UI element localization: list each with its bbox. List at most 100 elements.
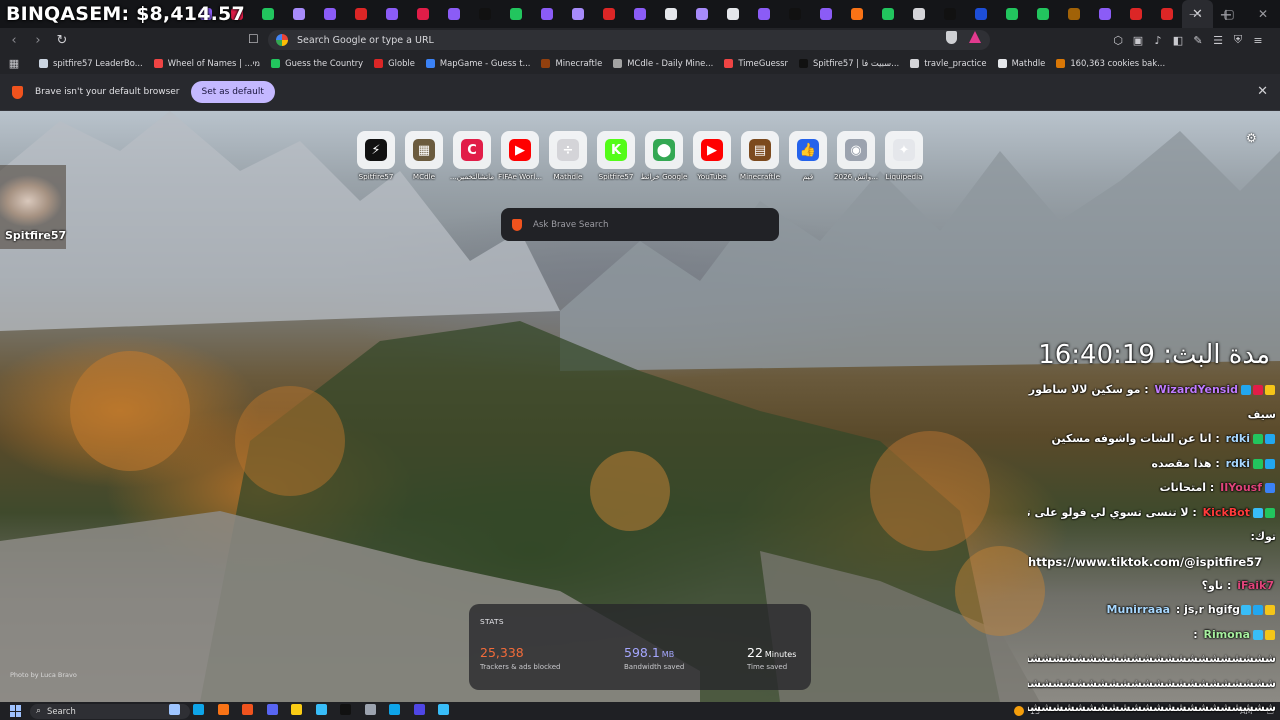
back-button[interactable]: ‹	[4, 33, 24, 48]
browser-tab[interactable]	[593, 0, 624, 28]
brave-shields-icon[interactable]	[946, 31, 957, 44]
taskbar-app-icon[interactable]	[260, 704, 285, 715]
toolbar-action-icon[interactable]: ⛨	[1228, 33, 1248, 47]
toolbar-action-icon[interactable]: ◧	[1168, 34, 1188, 47]
taskbar-app-glyph	[217, 704, 229, 715]
browser-tab[interactable]	[810, 0, 841, 28]
bookmark-item[interactable]: MCdle - Daily Mine...	[613, 58, 713, 68]
top-site-tile[interactable]: ▶ YouTube	[688, 131, 736, 181]
top-site-tile[interactable]: ÷ Mathdle	[544, 131, 592, 181]
browser-tab[interactable]	[469, 0, 500, 28]
bookmark-item[interactable]: MapGame - Guess t...	[425, 58, 531, 68]
browser-tab[interactable]	[407, 0, 438, 28]
bookmark-item[interactable]: Mathdle	[997, 58, 1045, 68]
toolbar-action-icon[interactable]: ▣	[1128, 34, 1148, 47]
top-site-tile[interactable]: ⬤ خرائط Google	[640, 131, 688, 181]
taskbar-app-icon[interactable]	[285, 704, 310, 715]
taskbar-app-icon[interactable]	[236, 704, 261, 715]
close-window-icon[interactable]: ✕	[1246, 0, 1280, 28]
minimize-icon[interactable]: —	[1178, 0, 1212, 28]
toolbar-action-icon[interactable]: ♪	[1148, 34, 1168, 47]
bookmark-label: MapGame - Guess t...	[439, 58, 531, 68]
browser-tab[interactable]	[872, 0, 903, 28]
tab-favicon-icon	[1067, 8, 1080, 20]
toolbar-action-icon[interactable]: ⬡	[1108, 34, 1128, 47]
infobar-close-icon[interactable]: ✕	[1257, 84, 1268, 99]
taskbar-app-icon[interactable]	[187, 704, 212, 715]
forward-button[interactable]: ›	[28, 33, 48, 48]
bookmark-item[interactable]: travle_practice	[910, 58, 987, 68]
address-bar[interactable]: Search Google or type a URL	[268, 30, 990, 50]
toolbar-action-icon[interactable]: ☰	[1208, 34, 1228, 47]
browser-tab[interactable]	[903, 0, 934, 28]
chat-text: هذا مقصده	[1151, 456, 1212, 470]
browser-tab[interactable]	[314, 0, 345, 28]
tray-weather-icon[interactable]	[1013, 706, 1024, 716]
taskbar-app-icon[interactable]	[162, 704, 187, 715]
bookmark-item[interactable]: Spitfire57 | سبيت فا...	[798, 58, 899, 68]
top-site-tile[interactable]: ◉ 2026 واتش...	[832, 131, 880, 181]
browser-tab[interactable]	[252, 0, 283, 28]
browser-tab[interactable]	[748, 0, 779, 28]
top-site-tile[interactable]: ▤ Minecraftle	[736, 131, 784, 181]
toolbar-action-icon[interactable]: ≡	[1248, 34, 1268, 47]
browser-tab[interactable]	[438, 0, 469, 28]
taskbar-app-icon[interactable]	[432, 704, 457, 715]
bookmark-icon[interactable]: ☐	[248, 32, 259, 46]
browser-tab[interactable]	[531, 0, 562, 28]
bookmark-item[interactable]: Guess the Country	[271, 58, 363, 68]
maximize-icon[interactable]: ▢	[1212, 0, 1246, 28]
browser-tab[interactable]	[779, 0, 810, 28]
browser-tab[interactable]	[996, 0, 1027, 28]
taskbar-app-icon[interactable]	[309, 704, 334, 715]
top-site-tile[interactable]: C ...ماتشالتخمين	[448, 131, 496, 181]
reload-button[interactable]: ↻	[52, 33, 72, 48]
top-site-tile[interactable]: ✦ Liquipedia	[880, 131, 928, 181]
top-site-tile[interactable]: ⚡ Spitfire57	[352, 131, 400, 181]
brave-rewards-icon[interactable]	[969, 31, 981, 43]
ntp-settings-icon[interactable]: ⚙	[1246, 131, 1257, 145]
bookmark-item[interactable]: TimeGuessr	[724, 58, 788, 68]
toolbar-action-icon[interactable]: ✎	[1188, 34, 1208, 47]
top-site-tile[interactable]: ▶ FIFAe Worl...	[496, 131, 544, 181]
apps-icon[interactable]: ▦	[0, 57, 28, 70]
photo-credit[interactable]: Photo by Luca Bravo	[10, 671, 77, 679]
browser-tab[interactable]	[655, 0, 686, 28]
browser-tab[interactable]	[1089, 0, 1120, 28]
taskbar-app-icon[interactable]	[334, 704, 359, 715]
bookmark-item[interactable]: Globle	[374, 58, 415, 68]
browser-tab[interactable]	[1027, 0, 1058, 28]
browser-tab[interactable]	[717, 0, 748, 28]
set-as-default-button[interactable]: Set as default	[190, 81, 275, 103]
chat-badge-icon	[1253, 605, 1263, 615]
taskbar-app-icon[interactable]	[383, 704, 408, 715]
taskbar-app-icon[interactable]	[358, 704, 383, 715]
bookmark-item[interactable]: Minecraftle	[541, 58, 602, 68]
bookmark-label: Guess the Country	[285, 58, 364, 68]
browser-tab[interactable]	[624, 0, 655, 28]
browser-tab[interactable]	[345, 0, 376, 28]
top-site-tile[interactable]: ▦ MCdle	[400, 131, 448, 181]
taskbar-search-label: Search	[47, 706, 76, 716]
taskbar-app-icon[interactable]	[211, 704, 236, 715]
bookmark-item[interactable]: Wheel of Names | ...מי	[153, 58, 260, 68]
top-site-tile[interactable]: 👍 قيم	[784, 131, 832, 181]
taskbar-app-icon[interactable]	[407, 704, 432, 715]
browser-tab[interactable]	[283, 0, 314, 28]
bookmark-item[interactable]: spitfire57 LeaderBo...	[39, 58, 143, 68]
browser-tab[interactable]	[965, 0, 996, 28]
brave-search-box[interactable]: Ask Brave Search	[501, 208, 779, 241]
browser-tab[interactable]	[1120, 0, 1151, 28]
taskbar-app-glyph	[168, 704, 180, 715]
browser-tab[interactable]	[841, 0, 872, 28]
bookmark-favicon-icon	[541, 58, 551, 68]
browser-tab[interactable]	[686, 0, 717, 28]
browser-tab[interactable]	[934, 0, 965, 28]
browser-tab[interactable]	[1058, 0, 1089, 28]
top-site-tile[interactable]: K Spitfire57	[592, 131, 640, 181]
browser-tab[interactable]	[500, 0, 531, 28]
browser-tab[interactable]	[562, 0, 593, 28]
windows-start-icon[interactable]	[10, 705, 22, 717]
bookmark-item[interactable]: 160,363 cookies bak...	[1056, 58, 1165, 68]
browser-tab[interactable]	[376, 0, 407, 28]
